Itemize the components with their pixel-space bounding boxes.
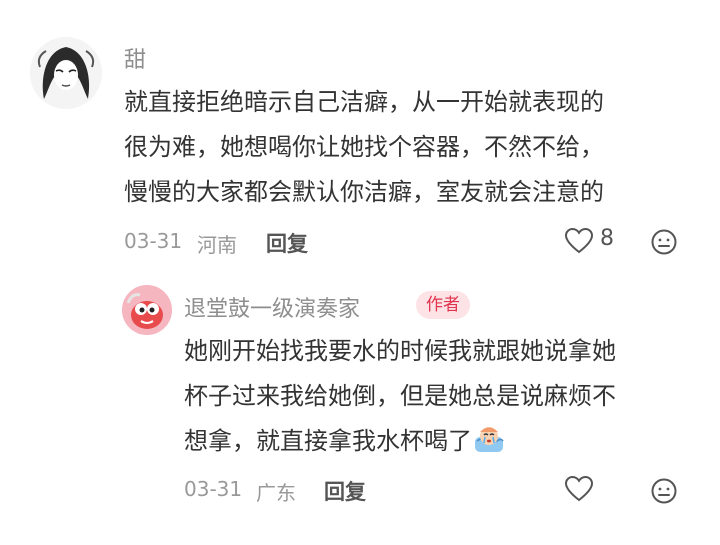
comment-date: 03-31 (124, 229, 183, 253)
reply-date: 03-31 (184, 477, 243, 501)
reply-like-button[interactable] (564, 475, 594, 505)
comment-reply-button[interactable]: 回复 (266, 228, 308, 258)
comment-like-count: 8 (600, 226, 614, 251)
reply-avatar[interactable] (122, 285, 172, 335)
emoji-face-icon (651, 478, 677, 504)
heart-outline-icon (564, 227, 594, 254)
reply-line-3-wrap: 想拿，就直接拿我水杯喝了 (184, 419, 506, 464)
reply-username[interactable]: 退堂鼓一级演奏家 (184, 291, 360, 323)
comment-line-3: 慢慢的大家都会默认你洁癖，室友就会注意的 (124, 178, 604, 206)
crying-sticker-emoji (472, 421, 506, 455)
comment-location: 河南 (197, 233, 237, 257)
reply-line-2: 杯子过来我给她倒，但是她总是说麻烦不 (184, 382, 616, 410)
author-badge: 作者 (416, 291, 470, 319)
comment-more-button[interactable] (650, 228, 678, 256)
comment-username[interactable]: 甜 (124, 42, 146, 74)
reply-location: 广东 (256, 481, 296, 505)
comment-like-button[interactable]: 8 (564, 226, 634, 256)
reply-line-1: 她刚开始找我要水的时候我就跟她说拿她 (184, 337, 616, 365)
emoji-face-icon (651, 229, 677, 255)
heart-outline-icon (564, 475, 594, 502)
comment-line-2: 很为难，她想喝你让她找个容器，不然不给， (124, 133, 604, 161)
comment-line-1: 就直接拒绝暗示自己洁癖，从一开始就表现的 (124, 88, 604, 116)
comment-avatar[interactable] (30, 37, 102, 109)
reply-line-3: 想拿，就直接拿我水杯喝了 (184, 427, 472, 455)
reply-reply-button[interactable]: 回复 (324, 476, 366, 506)
reply-more-button[interactable] (650, 477, 678, 505)
